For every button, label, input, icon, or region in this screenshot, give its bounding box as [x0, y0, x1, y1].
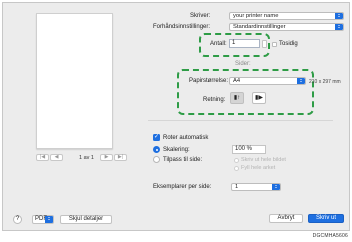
two-sided-label: Tosidig — [279, 41, 298, 47]
page-preview — [36, 13, 113, 149]
scaling-label: Skalering: — [163, 147, 190, 153]
first-page-icon[interactable]: |◀ — [36, 154, 49, 161]
hide-details-button[interactable]: Skjul detaljer — [60, 215, 112, 224]
two-sided-checkbox[interactable] — [272, 42, 277, 47]
copies-label: Antall: — [210, 41, 227, 47]
scaling-radio[interactable] — [153, 146, 160, 153]
help-button[interactable]: ? — [13, 215, 22, 224]
paper-size-select[interactable]: A4 — [229, 77, 306, 85]
chevron-down-icon — [45, 216, 53, 223]
printer-label: Skriver: — [190, 13, 211, 19]
auto-rotate-checkbox[interactable]: ✓ — [153, 134, 160, 141]
printer-value: your printer name — [233, 13, 279, 19]
figure-id: DGCMHA5606 — [312, 233, 348, 239]
chevron-updown-icon — [297, 78, 305, 84]
copies-input[interactable]: 1 — [229, 39, 260, 48]
fit-to-page-radio[interactable] — [153, 156, 160, 163]
presets-select[interactable]: Standardinnstillinger — [229, 23, 344, 31]
next-page-icon[interactable]: ▶ — [100, 154, 113, 161]
presets-value: Standardinnstillinger — [233, 24, 286, 30]
paper-size-label: Papirstørrelse: — [189, 78, 229, 84]
paper-highlight — [177, 69, 314, 115]
print-button[interactable]: Skriv ut — [308, 214, 344, 223]
pages-label: Sider: — [235, 61, 251, 67]
copies-per-page-label: Eksemplarer per side: — [153, 184, 212, 190]
copies-stepper[interactable] — [262, 40, 267, 48]
fit-option-1-radio[interactable] — [234, 158, 239, 163]
fit-option-2-radio[interactable] — [234, 166, 239, 171]
auto-rotate-label: Roter automatisk — [163, 135, 209, 141]
scaling-input[interactable]: 100 % — [232, 145, 266, 154]
fit-option-2-label: Fyll hele arket — [241, 165, 276, 171]
chevron-updown-icon — [335, 24, 343, 30]
landscape-orientation-icon[interactable]: ▮▶ — [252, 92, 266, 104]
last-page-icon[interactable]: ▶| — [114, 154, 127, 161]
copies-per-page-select[interactable]: 1 — [231, 183, 281, 191]
fit-to-page-label: Tilpass til side: — [163, 157, 203, 163]
presets-label: Forhåndsinnstillinger: — [153, 24, 211, 30]
cancel-button[interactable]: Avbryt — [269, 214, 303, 223]
pdf-menu-button[interactable]: PDF — [32, 215, 54, 224]
copies-per-page-value: 1 — [235, 184, 239, 190]
orientation-label: Retning: — [203, 97, 226, 103]
page-indicator: 1 av 1 — [79, 155, 94, 161]
prev-page-icon[interactable]: ◀ — [50, 154, 63, 161]
paper-size-value: A4 — [233, 78, 241, 84]
fit-option-1-label: Skriv ut hele bildet — [241, 157, 286, 163]
section-divider — [148, 120, 333, 121]
paper-dimensions: 210 x 297 mm — [309, 79, 341, 85]
portrait-orientation-icon[interactable]: ▮↑ — [230, 92, 244, 104]
chevron-updown-icon — [272, 184, 280, 190]
printer-select[interactable]: your printer name — [229, 12, 344, 20]
chevron-updown-icon — [335, 13, 343, 19]
print-dialog: |◀ ◀ 1 av 1 ▶ ▶| Skriver: your printer n… — [2, 2, 350, 231]
